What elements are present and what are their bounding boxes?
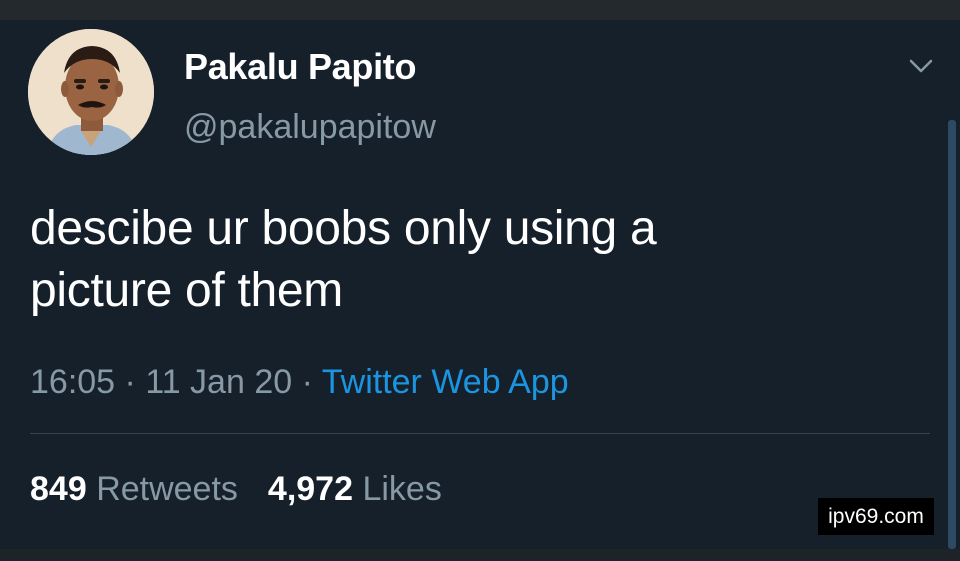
meta-separator: · bbox=[115, 363, 146, 401]
top-edge-bar bbox=[0, 0, 960, 20]
retweets-count: 849 bbox=[30, 470, 87, 508]
retweets-stat[interactable]: 849 Retweets bbox=[30, 470, 238, 508]
tweet-time[interactable]: 16:05 bbox=[30, 363, 115, 401]
meta-separator: · bbox=[292, 363, 322, 401]
likes-stat[interactable]: 4,972 Likes bbox=[268, 470, 442, 508]
avatar-photo bbox=[28, 29, 154, 155]
tweet-text-line: picture of them bbox=[30, 264, 343, 317]
avatar[interactable] bbox=[28, 29, 154, 155]
tweet-date[interactable]: 11 Jan 20 bbox=[145, 363, 292, 401]
likes-count: 4,972 bbox=[267, 470, 354, 508]
tweet-card: Pakalu Papito @pakalupapitow descibe ur … bbox=[0, 20, 960, 549]
retweets-label: Retweets bbox=[96, 470, 238, 508]
tweet-meta: 16:05 · 11 Jan 20 · Twitter Web App bbox=[30, 363, 569, 402]
watermark: ipv69.com bbox=[818, 498, 934, 535]
likes-label: Likes bbox=[362, 470, 442, 508]
tweet-text-line: descibe ur boobs only using a bbox=[30, 202, 657, 255]
display-name[interactable]: Pakalu Papito bbox=[184, 46, 416, 88]
tweet-stats: 849 Retweets 4,972 Likes bbox=[30, 470, 442, 509]
scrollbar[interactable] bbox=[948, 120, 956, 549]
bottom-edge-bar bbox=[0, 549, 960, 561]
user-handle[interactable]: @pakalupapitow bbox=[184, 108, 436, 147]
divider bbox=[30, 433, 930, 434]
tweet-source-link[interactable]: Twitter Web App bbox=[322, 363, 569, 401]
tweet-text: descibe ur boobs only using a picture of… bbox=[30, 198, 870, 322]
chevron-down-icon[interactable] bbox=[906, 54, 936, 78]
